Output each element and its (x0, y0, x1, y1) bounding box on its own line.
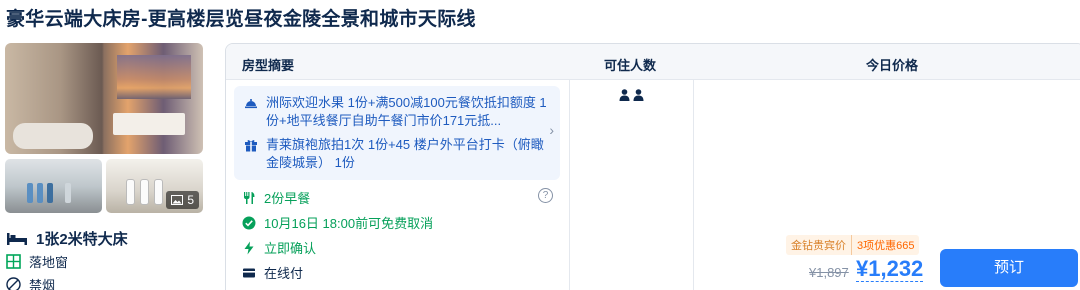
no-smoking-feature: 禁烟 (6, 275, 55, 290)
bathtub-shape (13, 123, 93, 149)
discount-tag[interactable]: 3项优惠665 (851, 235, 920, 255)
benefit-text: 青莱旗袍旅拍1次 1份+45 楼户外平台打卡（俯瞰金陵城景） 1份 (266, 137, 544, 170)
column-divider (569, 80, 570, 290)
room-title: 豪华云端大床房-更高楼层览昼夜金陵全景和城市天际线 (6, 9, 476, 30)
bed-shape (113, 113, 185, 135)
utensils-icon (244, 191, 255, 204)
amenities-thumbnail[interactable]: 5 (106, 159, 203, 213)
gift-icon (245, 140, 257, 152)
image-icon (171, 195, 184, 205)
room-rate-table: 房型摘要 可住人数 今日价格 洲际欢迎水果 1份+满500减100元餐饮抵扣额度… (225, 43, 1080, 290)
member-price-tag: 金钻贵宾价 (786, 235, 851, 255)
photo-gallery[interactable]: 5 (5, 43, 203, 213)
policy-confirmation: 立即确认 (242, 238, 316, 257)
bottle-shape (27, 183, 33, 203)
header-price: 今日价格 (866, 58, 919, 73)
person-icon (633, 89, 644, 101)
benefit-item: 洲际欢迎水果 1份+满500减100元餐饮抵扣额度 1份+地平线餐厅自助午餐门市… (244, 94, 556, 130)
hotel-bell-icon (245, 99, 257, 109)
no-smoking-label: 禁烟 (29, 278, 56, 290)
bottle-shape (140, 179, 149, 205)
header-occupancy: 可住人数 (604, 58, 657, 73)
bottle-shape (154, 179, 163, 205)
window-label: 落地窗 (29, 255, 69, 270)
bottle-shape (47, 183, 53, 203)
person-icon (619, 89, 630, 101)
benefit-text: 洲际欢迎水果 1份+满500减100元餐饮抵扣额度 1份+地平线餐厅自助午餐门市… (266, 95, 547, 128)
bottle-shape (65, 183, 71, 203)
original-price: ¥1,897 (809, 265, 849, 280)
policy-cancellation: 10月16日 18:00前可免费取消 (242, 213, 433, 232)
main-room-photo[interactable] (5, 43, 203, 154)
bed-icon (7, 232, 27, 245)
benefit-item: 青莱旗袍旅拍1次 1份+45 楼户外平台打卡（俯瞰金陵城景） 1份 (244, 136, 556, 172)
header-summary: 房型摘要 (242, 58, 295, 73)
no-smoking-icon (6, 277, 21, 290)
column-divider (693, 80, 694, 290)
bottle-shape (126, 179, 135, 205)
lightning-icon (244, 241, 254, 254)
window-feature: 落地窗 (6, 252, 68, 271)
help-icon[interactable]: ? (538, 188, 553, 203)
window-view (117, 55, 191, 99)
occupancy-icons (619, 89, 644, 101)
cancellation-text: 10月16日 18:00前可免费取消 (264, 216, 434, 231)
photo-count-badge[interactable]: 5 (166, 191, 199, 209)
bathroom-thumbnail[interactable] (5, 159, 102, 213)
benefits-panel[interactable]: 洲际欢迎水果 1份+满500减100元餐饮抵扣额度 1份+地平线餐厅自助午餐门市… (234, 86, 560, 180)
card-icon (243, 268, 255, 277)
chevron-right-icon[interactable]: › (549, 122, 554, 138)
policy-breakfast: 2份早餐 (242, 188, 310, 207)
window-icon (6, 254, 21, 269)
payment-text: 在线付 (264, 266, 304, 281)
book-button[interactable]: 预订 (940, 249, 1078, 287)
confirmation-text: 立即确认 (264, 241, 317, 256)
bed-type-feature: 1张2米特大床 (6, 228, 128, 249)
current-price[interactable]: ¥1,232 (856, 257, 924, 282)
bottle-shape (37, 183, 43, 203)
bed-type-label: 1张2米特大床 (36, 231, 128, 248)
table-header: 房型摘要 可住人数 今日价格 (226, 44, 1080, 80)
price-tags[interactable]: 金钻贵宾价 3项优惠665 (786, 235, 920, 255)
breakfast-text: 2份早餐 (264, 191, 311, 206)
check-circle-icon (242, 216, 256, 229)
photo-count: 5 (187, 193, 194, 207)
policy-payment: 在线付 (242, 263, 303, 282)
